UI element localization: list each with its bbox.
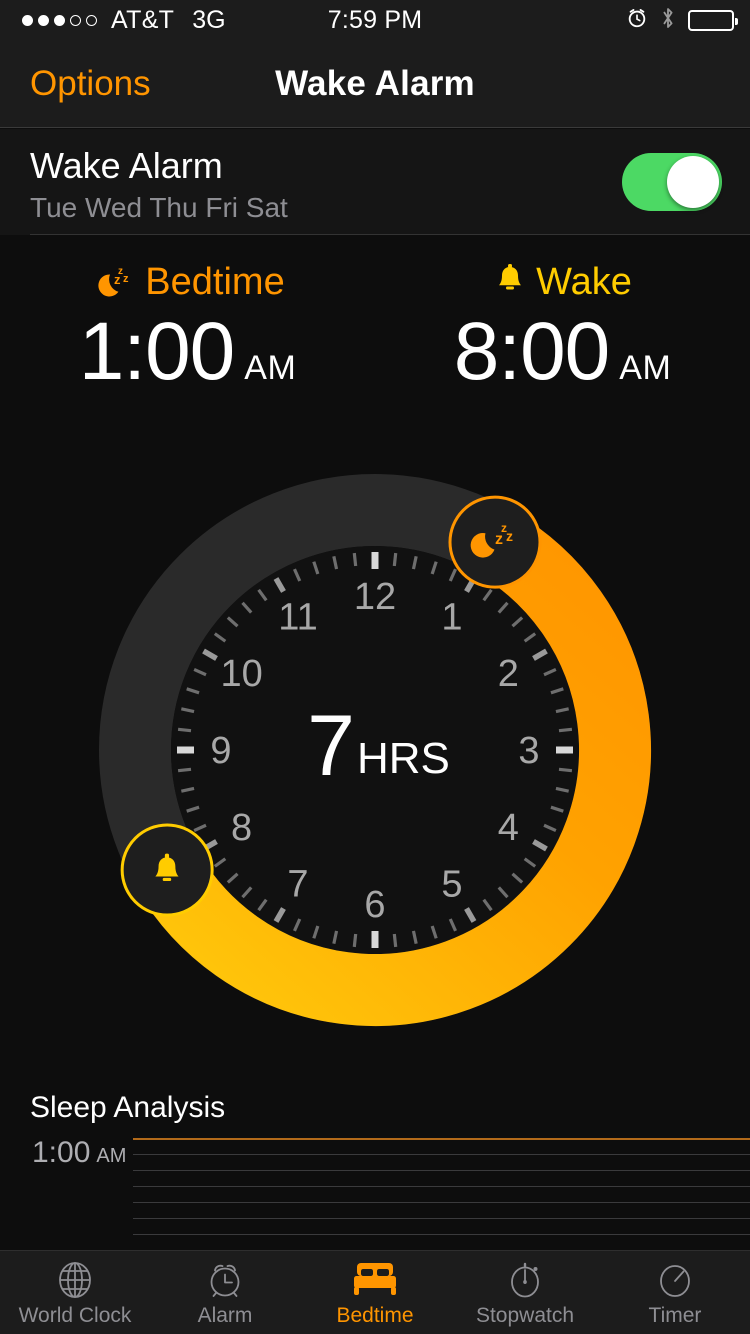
wake-alarm-toggle[interactable] <box>622 153 722 211</box>
tab-label-timer: Timer <box>648 1304 702 1327</box>
bedtime-screen: AT&T 3G 7:59 PM Options Wake Alarm Wake … <box>0 0 750 1334</box>
timer-icon <box>653 1258 697 1302</box>
bedtime-digits: 1:00 <box>78 306 236 397</box>
sleep-analysis-title: Sleep Analysis <box>30 1091 226 1124</box>
stopwatch-icon <box>503 1258 547 1302</box>
wake-digits: 8:00 <box>453 306 611 397</box>
tab-world-clock[interactable]: World Clock <box>0 1251 150 1334</box>
sleep-analysis-grid <box>133 1138 750 1250</box>
sleep-analysis-gridline <box>133 1186 750 1187</box>
wake-alarm-days-label: Tue Wed Thu Fri Sat <box>30 192 288 223</box>
tab-timer[interactable]: Timer <box>600 1251 750 1334</box>
status-bar-right <box>626 0 738 40</box>
tab-bedtime[interactable]: Bedtime <box>300 1251 450 1334</box>
bedtime-label: Bedtime <box>145 260 285 303</box>
svg-text:z: z <box>123 273 129 285</box>
sleep-analysis-gridline <box>133 1154 750 1155</box>
dial-numeral: 3 <box>518 730 539 772</box>
tab-bar: World Clock Alarm Bedtime Stopwatch Time… <box>0 1250 750 1334</box>
bedtime-handle[interactable]: z z z <box>448 495 542 589</box>
dial-svg[interactable]: 12 1234567891011 7 HRS z z z <box>65 440 685 1060</box>
wake-alarm-label: Wake Alarm <box>30 145 223 186</box>
axis-time: 1:00 <box>32 1136 91 1169</box>
sleep-analysis-gridline <box>133 1138 750 1140</box>
bedtime-wake-summary: z z z Bedtime 1:00 AM Wake 8:00 AM <box>0 255 750 415</box>
moon-zzz-icon: z z z <box>90 260 136 305</box>
bed-icon <box>348 1258 402 1302</box>
tab-label-alarm: Alarm <box>197 1304 253 1327</box>
sleep-duration-dial[interactable]: 12 1 2 3 4 5 6 7 8 9 10 11 7 HRS z z z <box>65 440 685 1060</box>
wake-summary[interactable]: Wake 8:00 AM <box>375 255 750 393</box>
dial-numeral: 1 <box>441 597 462 639</box>
wake-alarm-row[interactable]: Wake Alarm Tue Wed Thu Fri Sat <box>0 129 750 235</box>
bluetooth-icon <box>660 6 676 35</box>
duration-value: 7 <box>307 698 355 794</box>
wake-value: 8:00 AM <box>375 311 750 393</box>
bedtime-value: 1:00 AM <box>0 311 375 393</box>
sleep-analysis-gridline <box>133 1218 750 1219</box>
battery-icon <box>688 9 738 31</box>
sleep-analysis-gridline <box>133 1202 750 1203</box>
tab-label-world-clock: World Clock <box>18 1304 132 1327</box>
alarm-clock-icon <box>626 7 648 34</box>
globe-icon <box>53 1258 97 1302</box>
sleep-analysis-axis-label: 1:00 AM <box>32 1136 126 1170</box>
bedtime-summary[interactable]: z z z Bedtime 1:00 AM <box>0 255 375 393</box>
svg-text:z: z <box>114 272 121 287</box>
sleep-analysis-gridline <box>133 1234 750 1235</box>
svg-text:z: z <box>506 528 513 544</box>
status-bar: AT&T 3G 7:59 PM <box>0 0 750 40</box>
sleep-analysis-section[interactable]: Sleep Analysis 1:00 AM <box>0 1078 750 1250</box>
bedtime-header: z z z Bedtime <box>0 255 375 309</box>
wake-label: Wake <box>536 260 632 303</box>
options-button[interactable]: Options <box>30 64 151 104</box>
wake-handle[interactable] <box>120 823 214 917</box>
tab-label-bedtime: Bedtime <box>336 1304 414 1327</box>
tab-label-stopwatch: Stopwatch <box>475 1304 575 1327</box>
dial-numeral: 12 <box>354 576 396 618</box>
tab-alarm[interactable]: Alarm <box>150 1251 300 1334</box>
axis-ampm: AM <box>96 1145 127 1167</box>
bedtime-ampm: AM <box>244 349 297 387</box>
alarm-clock-icon <box>203 1258 247 1302</box>
sleep-analysis-gridline <box>133 1170 750 1171</box>
dial-numeral: 4 <box>498 807 519 849</box>
dial-numeral: 11 <box>278 597 317 639</box>
dial-numeral: 10 <box>220 653 262 695</box>
dial-numeral: 9 <box>210 730 231 772</box>
dial-numeral: 2 <box>498 653 519 695</box>
dial-numeral: 6 <box>364 884 385 926</box>
wake-ampm: AM <box>619 349 672 387</box>
bell-icon <box>493 261 527 304</box>
toggle-knob <box>667 156 719 208</box>
tab-stopwatch[interactable]: Stopwatch <box>450 1251 600 1334</box>
svg-text:z: z <box>495 531 503 548</box>
wake-header: Wake <box>375 255 750 309</box>
duration-unit: HRS <box>357 734 450 783</box>
navigation-bar: Options Wake Alarm <box>0 40 750 128</box>
dial-numeral: 5 <box>441 863 462 905</box>
dial-numeral: 7 <box>287 863 308 905</box>
dial-numeral: 8 <box>231 807 252 849</box>
